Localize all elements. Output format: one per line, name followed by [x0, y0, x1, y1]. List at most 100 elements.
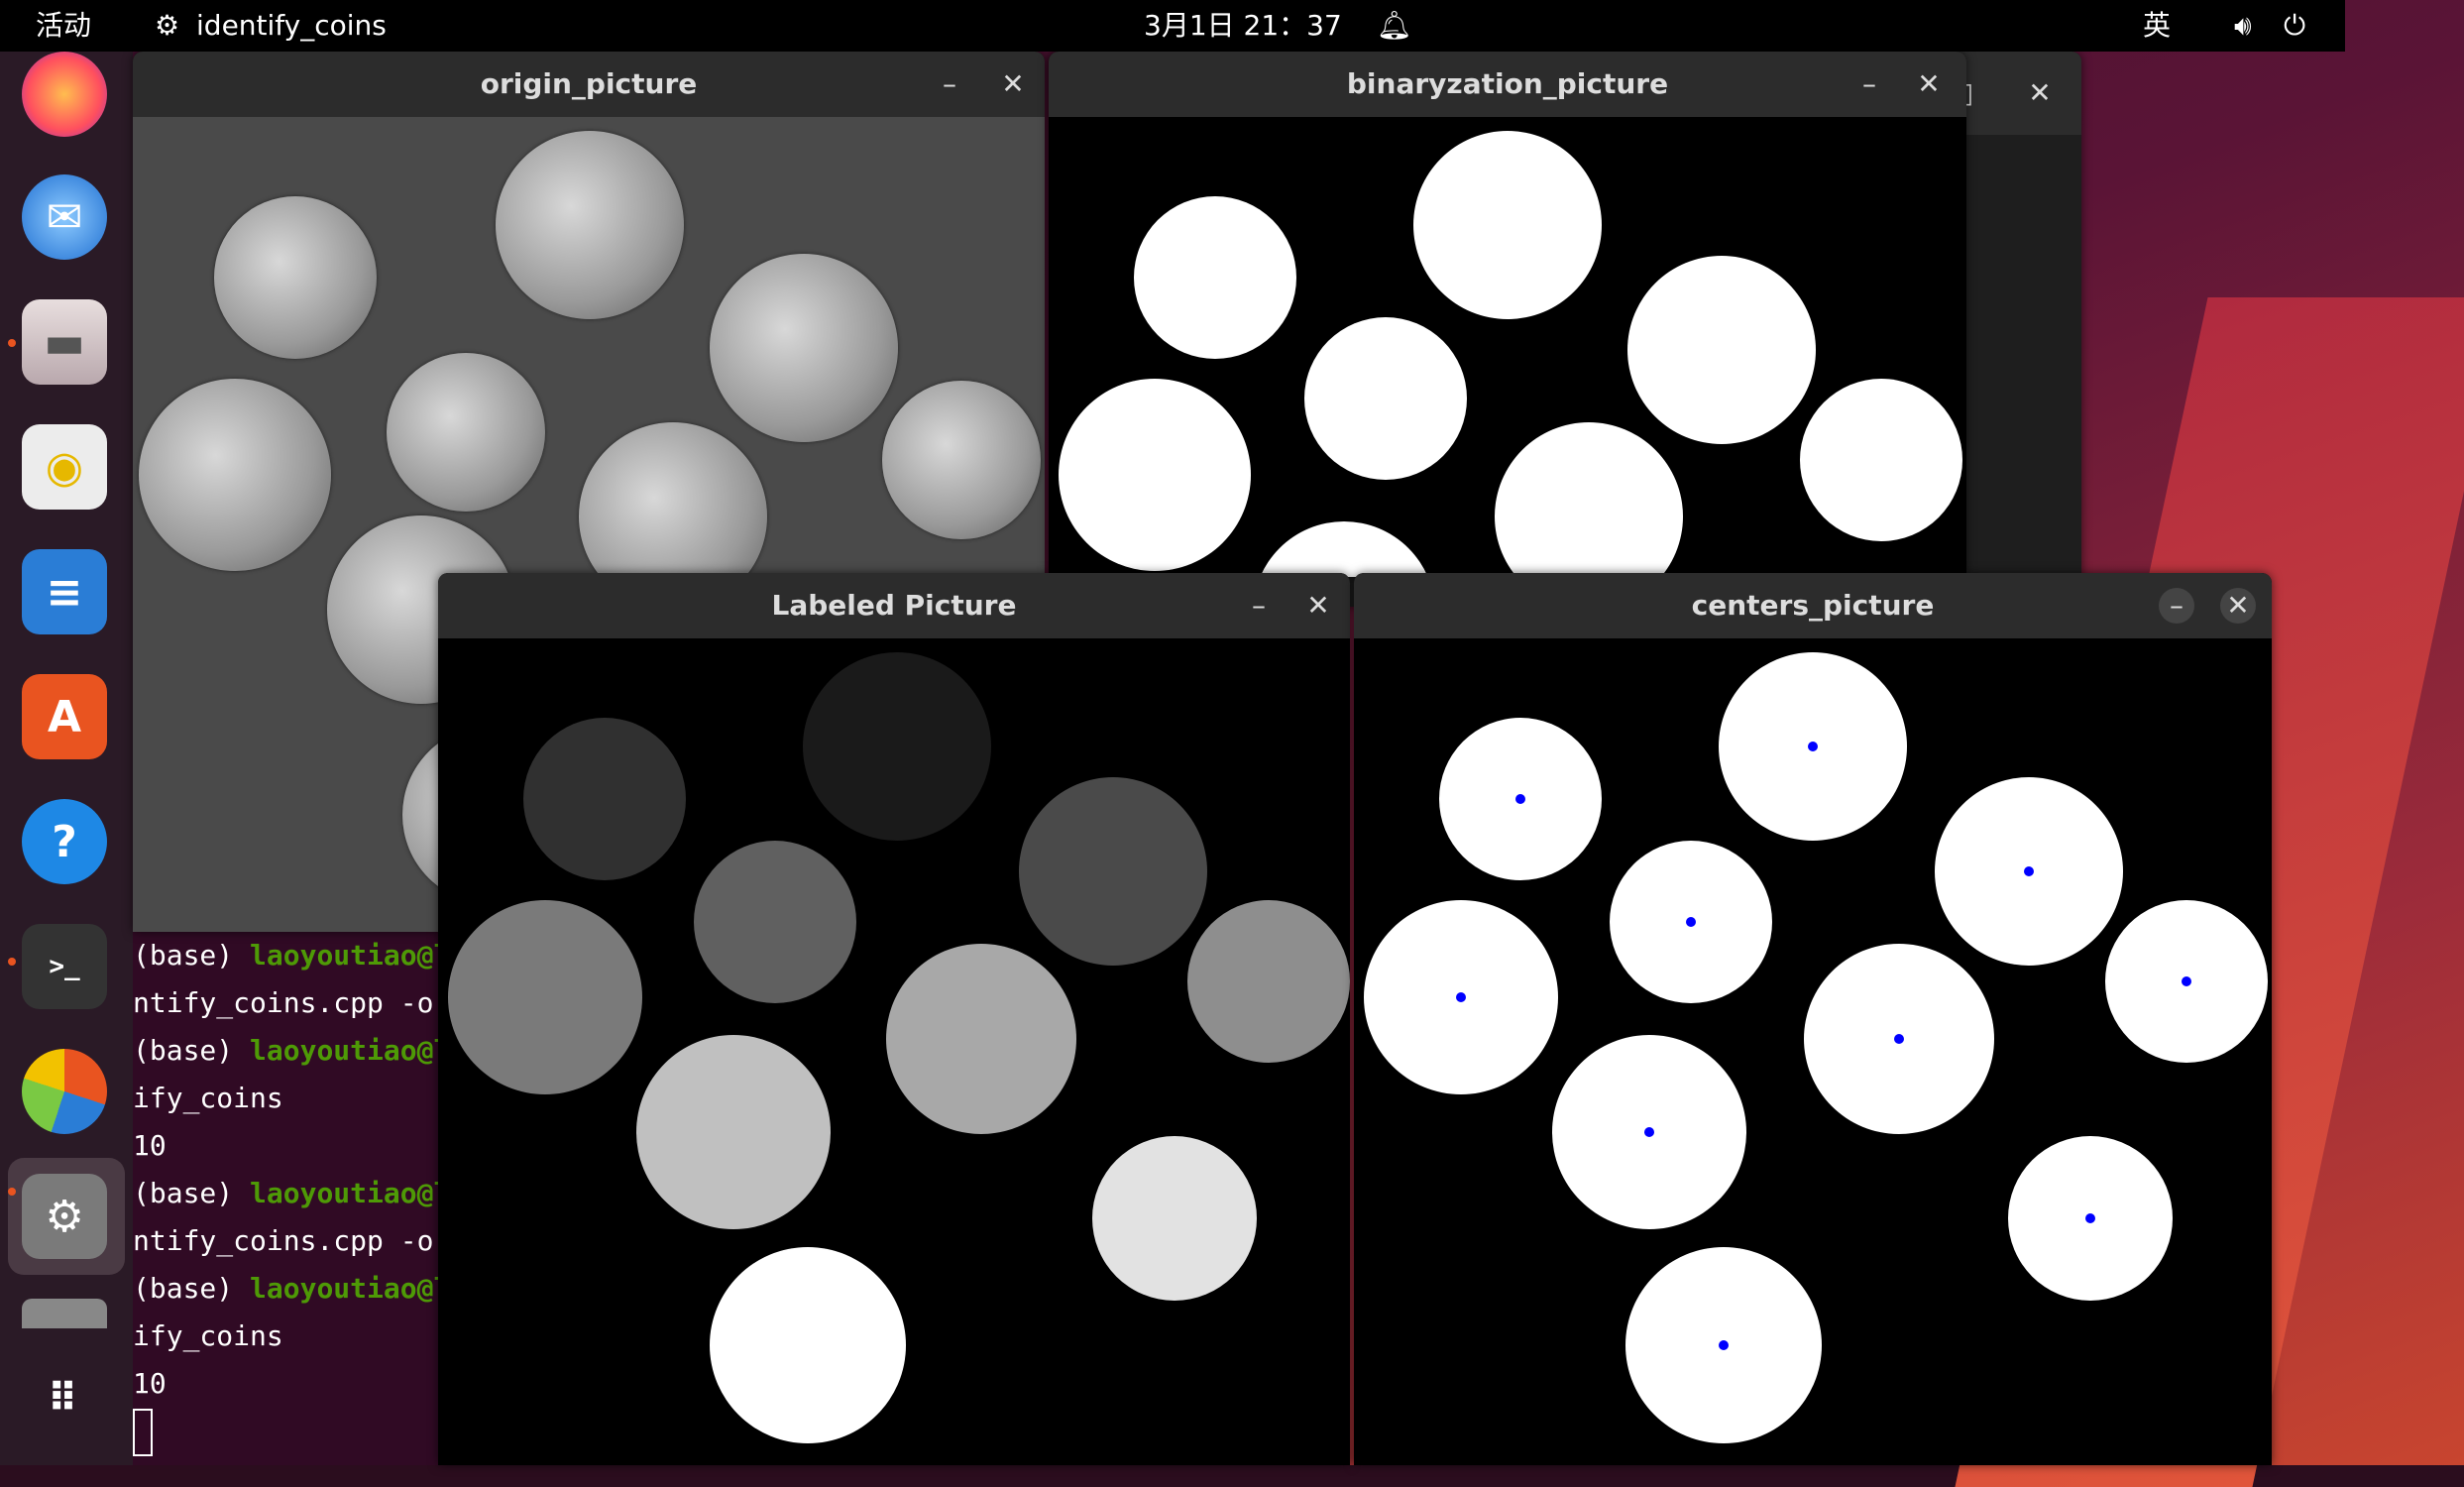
center-dot	[1456, 992, 1466, 1002]
terminal-line: ntify_coins.cpp -o	[133, 986, 434, 1019]
labeled-coin	[448, 900, 642, 1094]
binary-coin	[1627, 256, 1816, 444]
activities-button[interactable]: 活动	[36, 0, 91, 52]
window-titlebar[interactable]: centers_picture – ✕	[1354, 573, 2272, 638]
top-bar: 活动 ⚙ identify_coins 3月1日 21：37 🔔︎ 英 🔊︎ ⏻	[0, 0, 2345, 52]
app-menu-icon: ⚙	[155, 9, 180, 42]
labeled-coin	[523, 718, 686, 880]
terminal-cursor	[133, 1409, 153, 1456]
window-title: binaryzation_picture	[1346, 67, 1669, 100]
coin	[387, 353, 545, 512]
app-center-icon[interactable]: A	[22, 674, 107, 759]
labeled-coin	[803, 652, 991, 841]
binary-coin	[1253, 521, 1435, 577]
files-icon[interactable]: ▬	[22, 299, 107, 385]
center-coin	[1610, 841, 1772, 1003]
center-dot	[1719, 1340, 1729, 1350]
clock[interactable]: 3月1日 21：37 🔔︎	[1144, 0, 1411, 52]
binary-image	[1049, 117, 1966, 577]
binary-coin	[1134, 196, 1296, 359]
center-coin	[1364, 900, 1558, 1094]
terminal-line: 10	[133, 1129, 167, 1162]
binary-coin	[1800, 379, 1962, 541]
window-titlebar[interactable]: Labeled Picture – ✕	[438, 573, 1350, 638]
binaryzation-picture-window[interactable]: binaryzation_picture – ✕	[1049, 52, 1966, 577]
terminal-line: ify_coins	[133, 1082, 283, 1114]
coin	[710, 254, 898, 442]
terminal-line: ntify_coins.cpp -o	[133, 1224, 434, 1257]
labeled-coin	[636, 1035, 831, 1229]
app-menu[interactable]: ⚙ identify_coins	[155, 0, 387, 52]
center-dot	[1644, 1127, 1654, 1137]
labeled-coin	[886, 944, 1076, 1134]
center-coin	[1719, 652, 1907, 841]
app-menu-label: identify_coins	[196, 9, 387, 42]
terminal-line: (base) laoyoutiao@l	[133, 1177, 451, 1209]
center-coin	[1552, 1035, 1746, 1229]
center-coin	[2008, 1136, 2173, 1301]
center-dot	[1515, 794, 1525, 804]
power-icon[interactable]: ⏻	[2284, 0, 2305, 52]
chart-app-icon[interactable]	[22, 1049, 107, 1134]
window-title: centers_picture	[1691, 589, 1935, 622]
close-button[interactable]: ✕	[995, 66, 1031, 102]
coin	[139, 379, 331, 571]
rhythmbox-icon[interactable]: ◉	[22, 424, 107, 510]
labeled-picture-window[interactable]: Labeled Picture – ✕	[438, 573, 1350, 1465]
coin	[882, 381, 1041, 539]
close-button[interactable]: ✕	[2220, 588, 2256, 624]
center-coin	[2105, 900, 2268, 1063]
labeled-coin	[1019, 777, 1207, 966]
labeled-coin	[1092, 1136, 1257, 1301]
center-dot	[1808, 742, 1818, 751]
window-titlebar[interactable]: binaryzation_picture – ✕	[1049, 52, 1966, 117]
volume-icon[interactable]: 🔊︎	[2234, 0, 2252, 52]
window-titlebar[interactable]: origin_picture – ✕	[133, 52, 1045, 117]
labeled-coin	[710, 1247, 906, 1443]
binary-coin	[1413, 131, 1602, 319]
center-dot	[2085, 1213, 2095, 1223]
clock-label: 3月1日 21：37	[1144, 9, 1342, 42]
drive-icon[interactable]	[22, 1299, 107, 1328]
binary-coin	[1304, 317, 1467, 480]
binary-coin	[1495, 422, 1683, 577]
center-coin	[1625, 1247, 1822, 1443]
centers-image	[1354, 638, 2272, 1465]
terminal-line: (base) laoyoutiao@l	[133, 939, 451, 972]
terminal-line: (base) laoyoutiao@l	[133, 1034, 451, 1067]
center-dot	[1686, 917, 1696, 927]
help-icon[interactable]: ?	[22, 799, 107, 884]
close-button[interactable]: ✕	[1300, 588, 1336, 624]
center-coin	[1804, 944, 1994, 1134]
centers-picture-window[interactable]: centers_picture – ✕	[1354, 573, 2272, 1465]
center-coin	[1935, 777, 2123, 966]
coin	[496, 131, 684, 319]
close-button[interactable]: ✕	[1911, 66, 1947, 102]
thunderbird-icon[interactable]: ✉	[22, 174, 107, 260]
center-dot	[1894, 1034, 1904, 1044]
terminal-line: (base) laoyoutiao@l	[133, 1272, 451, 1305]
dock: ✉ ▬ ◉ ≡ A ? >_ ⚙ ⠿	[0, 52, 133, 1465]
coin	[214, 196, 377, 359]
writer-icon[interactable]: ≡	[22, 549, 107, 634]
input-method-indicator[interactable]: 英	[2143, 0, 2171, 52]
window-title: Labeled Picture	[771, 589, 1017, 622]
running-indicator	[8, 958, 16, 966]
firefox-icon[interactable]	[22, 52, 107, 137]
terminal-icon[interactable]: >_	[22, 924, 107, 1009]
minimize-button[interactable]: –	[2159, 588, 2194, 624]
running-indicator	[8, 339, 16, 347]
minimize-button[interactable]: –	[1851, 66, 1887, 102]
center-coin	[1439, 718, 1602, 880]
settings-icon[interactable]: ⚙	[22, 1174, 107, 1259]
minimize-button[interactable]: –	[932, 66, 967, 102]
show-apps-icon[interactable]: ⠿	[22, 1356, 107, 1441]
terminal-cursor-line	[133, 1408, 153, 1456]
terminal-line: ify_coins	[133, 1319, 283, 1352]
close-button[interactable]: ✕	[2022, 75, 2058, 111]
labeled-coin	[1187, 900, 1350, 1063]
running-indicator	[8, 1188, 16, 1196]
labeled-image	[438, 638, 1350, 1465]
minimize-button[interactable]: –	[1241, 588, 1277, 624]
terminal-line: 10	[133, 1367, 167, 1400]
